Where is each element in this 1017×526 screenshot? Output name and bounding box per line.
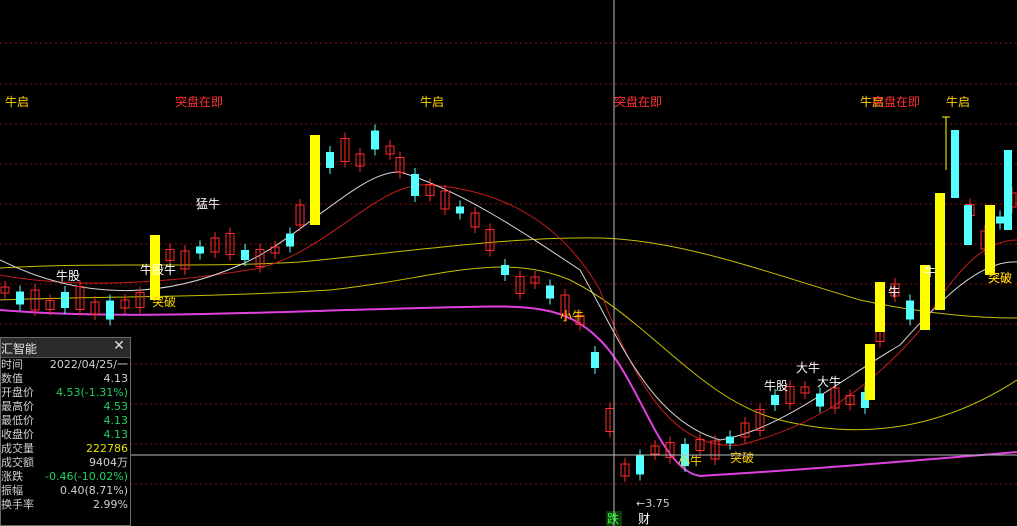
candle-down	[996, 216, 1004, 224]
info-row: 换手率 2.99%	[1, 498, 130, 512]
candle-down	[906, 300, 914, 320]
candle-down	[106, 300, 114, 320]
low-price-marker: ←3.75	[636, 497, 670, 510]
annotation-label: 牛	[888, 284, 900, 299]
info-row: 最高价 4.53	[1, 400, 130, 414]
annotation-label: 猛牛	[196, 196, 220, 211]
info-rows: 时间 2022/04/25/一数值 4.13 开盘价 4.53(-1.31%) 最高价 4.…	[1, 358, 130, 512]
candle-down	[771, 395, 779, 405]
signal-bar	[985, 205, 995, 275]
candle-down	[964, 205, 972, 245]
info-row: 成交量 222786	[1, 442, 130, 456]
info-row-key: 成交量	[1, 442, 34, 455]
info-row-key: 收盘价	[1, 428, 34, 441]
annotation-label: 牛股	[56, 268, 80, 283]
info-row: 成交额 9404万	[1, 456, 130, 470]
info-row-value: 4.53	[103, 400, 129, 413]
annotation-label: 牛	[924, 264, 936, 279]
candle-down	[591, 352, 599, 368]
signal-label: 牛启	[946, 94, 970, 109]
info-row-key: 振幅	[1, 484, 23, 497]
candle-down	[1004, 150, 1012, 230]
info-row-key: 时间	[1, 358, 23, 371]
info-row-key: 开盘价	[1, 386, 34, 399]
info-row: 最低价 4.13	[1, 414, 130, 428]
info-row-key: 最高价	[1, 400, 34, 413]
candle-down	[286, 233, 294, 247]
info-row-value: 4.13	[103, 414, 129, 427]
info-row-key: 涨跌	[1, 470, 23, 483]
signal-bar	[935, 193, 945, 310]
signal-bar	[865, 344, 875, 400]
info-row: 振幅 0.40(8.71%)	[1, 484, 130, 498]
moving-average-lines	[0, 171, 1017, 478]
info-row: 涨跌 -0.46(-10.02%)	[1, 470, 130, 484]
info-row-value: 4.13	[103, 428, 129, 441]
info-row-value: 0.40(8.71%)	[59, 484, 128, 497]
info-row-value: 4.53(-1.31%)	[56, 386, 128, 399]
signal-label: 突盘在即	[614, 94, 662, 109]
close-icon[interactable]: ✕	[111, 338, 127, 355]
info-panel-header: 汇智能 ✕	[1, 338, 130, 358]
annotation-label: 牛股	[764, 378, 788, 393]
candle-down	[61, 292, 69, 308]
annotation-label: 突破	[730, 450, 754, 465]
kline-chart[interactable]: 牛启 突盘在即 牛启 突盘在即 牛启突盘在即 牛启猛牛牛股 牛股牛突破小牛小牛 突破牛股大牛大…	[0, 0, 1017, 526]
annotation-label: 小牛	[560, 308, 584, 323]
chart-labels: 牛启 突盘在即 牛启 突盘在即 牛启突盘在即 牛启猛牛牛股 牛股牛突破小牛小牛 突破牛股大牛大…	[5, 94, 1012, 526]
info-row-value: 4.13	[103, 372, 129, 385]
info-row-key: 换手率	[1, 498, 34, 511]
info-row-key: 数值	[1, 372, 23, 385]
candle-down	[411, 174, 419, 196]
info-row-key: 成交额	[1, 456, 34, 469]
info-row-value: 222786	[86, 442, 128, 455]
info-row: 数值 4.13	[1, 372, 130, 386]
candle-down	[816, 393, 824, 407]
bottom-tag-die: 跌	[607, 511, 619, 526]
candle-down	[501, 265, 509, 275]
info-row: 收盘价 4.13	[1, 428, 130, 442]
bottom-tag-cai: 财	[638, 512, 650, 526]
candle-down	[16, 291, 24, 305]
ma-magenta-line	[0, 305, 1017, 478]
info-row: 开盘价 4.53(-1.31%)	[1, 386, 130, 400]
info-row-key: 最低价	[1, 414, 34, 427]
signal-label: 牛启	[5, 94, 29, 109]
candle-down	[326, 152, 334, 168]
candle-down	[196, 246, 204, 254]
signal-label: 牛启	[420, 94, 444, 109]
candle-down	[456, 206, 464, 214]
annotation-label: 大牛	[796, 360, 820, 375]
info-row-value: 2.99%	[93, 498, 128, 511]
info-panel-title: 汇智能	[1, 342, 38, 356]
info-row-value: 2022/04/25/一	[49, 358, 128, 371]
annotation-label: 牛股牛	[140, 262, 176, 277]
annotation-label: 突破	[988, 270, 1012, 285]
info-row-value: -0.46(-10.02%)	[45, 470, 128, 483]
candle-down	[371, 130, 379, 150]
signal-label: 突盘在即	[175, 94, 223, 109]
candle-down	[241, 250, 249, 260]
candle-down	[546, 285, 554, 299]
candle-down	[636, 455, 644, 475]
info-row: 时间 2022/04/25/一	[1, 358, 130, 372]
signal-bar	[310, 135, 320, 225]
candle-down	[726, 436, 734, 444]
signal-label: 突盘在即	[872, 94, 920, 109]
annotation-label: 突破	[152, 294, 176, 309]
signal-bar	[875, 282, 885, 332]
candle-down	[951, 130, 959, 198]
info-panel: 汇智能 ✕ 时间 2022/04/25/一数值 4.13 开盘价 4.53(-1.31%…	[0, 337, 131, 526]
info-row-value: 9404万	[89, 456, 128, 469]
annotation-label: 大牛	[817, 374, 841, 389]
